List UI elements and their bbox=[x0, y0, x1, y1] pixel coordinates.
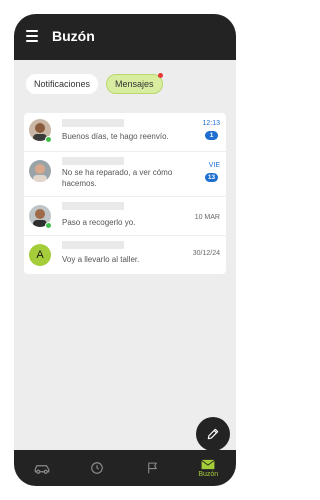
nav-history[interactable] bbox=[70, 450, 126, 486]
app-screen: Buzón Notificaciones Mensajes Buenos día… bbox=[14, 14, 236, 486]
sender-name-placeholder bbox=[62, 202, 124, 210]
message-time: 30/12/24 bbox=[192, 250, 220, 257]
message-time: VIE bbox=[208, 162, 220, 169]
letter-avatar: A bbox=[29, 244, 51, 266]
flag-icon bbox=[148, 462, 158, 474]
message-preview: No se ha reparado, a ver cómo hacemos. bbox=[62, 168, 173, 188]
message-row[interactable]: No se ha reparado, a ver cómo hacemos. V… bbox=[24, 152, 226, 197]
unread-count-badge: 1 bbox=[205, 131, 218, 140]
hamburger-menu-icon[interactable] bbox=[26, 30, 38, 42]
message-row[interactable]: A Voy a llevarlo al taller. 30/12/24 bbox=[24, 236, 226, 274]
unread-count-badge: 13 bbox=[205, 173, 218, 182]
sender-name-placeholder bbox=[62, 241, 124, 249]
nav-reports[interactable] bbox=[125, 450, 181, 486]
clock-icon bbox=[91, 462, 104, 474]
message-row[interactable]: Paso a recogerlo yo. 10 MAR bbox=[24, 197, 226, 236]
message-time: 12:13 bbox=[202, 120, 220, 127]
mailbox-tabs: Notificaciones Mensajes bbox=[26, 73, 163, 94]
page-title: Buzón bbox=[52, 28, 95, 44]
nav-buzon-label: Buzón bbox=[198, 470, 219, 478]
online-status-dot bbox=[45, 136, 52, 143]
message-preview: Voy a llevarlo al taller. bbox=[62, 255, 140, 264]
avatar bbox=[29, 160, 51, 182]
compose-button[interactable] bbox=[196, 417, 230, 451]
message-preview: Buenos días, te hago reenvío. bbox=[62, 132, 169, 141]
pencil-icon bbox=[207, 428, 219, 440]
unread-dot bbox=[157, 73, 163, 78]
sender-name-placeholder bbox=[62, 157, 124, 165]
mail-icon bbox=[201, 459, 215, 469]
bottom-navigation: Buzón bbox=[14, 450, 236, 486]
tab-mensajes[interactable]: Mensajes bbox=[106, 73, 163, 94]
car-icon bbox=[34, 465, 50, 474]
top-app-bar: Buzón bbox=[14, 14, 236, 60]
sender-name-placeholder bbox=[62, 119, 124, 127]
nav-vehicles[interactable] bbox=[14, 450, 70, 486]
tab-mensajes-label: Mensajes bbox=[115, 79, 154, 89]
message-preview: Paso a recogerlo yo. bbox=[62, 218, 136, 227]
message-time: 10 MAR bbox=[194, 214, 220, 221]
message-list: Buenos días, te hago reenvío. 12:13 1 No… bbox=[24, 113, 226, 274]
online-status-dot bbox=[45, 222, 52, 229]
tab-notificaciones[interactable]: Notificaciones bbox=[26, 74, 99, 94]
message-row[interactable]: Buenos días, te hago reenvío. 12:13 1 bbox=[24, 113, 226, 152]
nav-buzon[interactable]: Buzón bbox=[181, 450, 237, 486]
